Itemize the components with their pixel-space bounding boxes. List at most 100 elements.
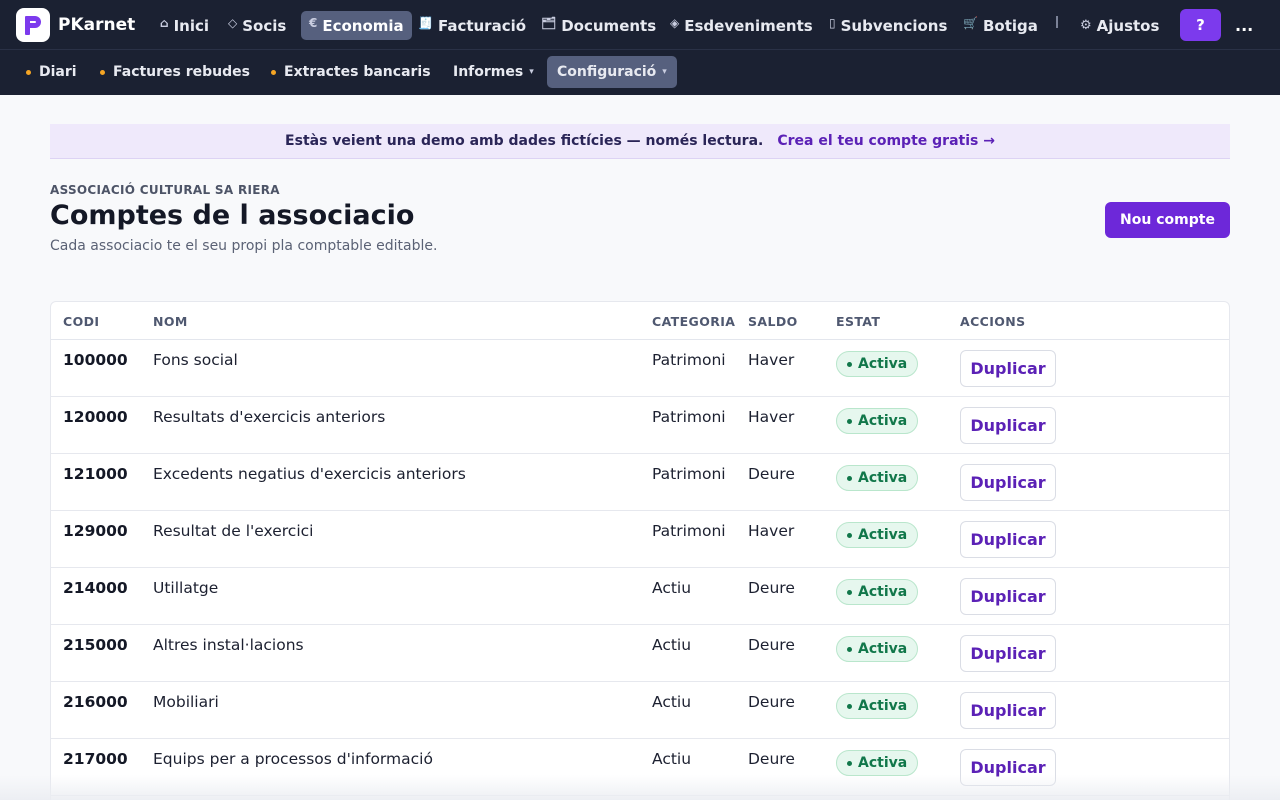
account-category: Patrimoni: [652, 351, 726, 369]
table-row: 214000 Utillatge Actiu Deure Activa Dupl…: [51, 568, 1229, 625]
demo-banner-message: Estàs veient una demo amb dades fictície…: [285, 133, 764, 149]
table-header: CODI NOM CATEGORIA SALDO ESTAT ACCIONS: [51, 302, 1229, 340]
nav-item-facturacio[interactable]: 🧾 Facturació: [418, 11, 526, 40]
new-account-button[interactable]: Nou compte: [1105, 202, 1230, 238]
duplicate-button[interactable]: Duplicar: [960, 692, 1056, 729]
nav-item-botiga[interactable]: 🛒 Botiga: [963, 11, 1038, 40]
account-code: 121000: [63, 465, 128, 483]
account-code: 217000: [63, 750, 128, 768]
sub-navigation: Diari Factures rebudes Extractes bancari…: [0, 49, 1280, 95]
status-label: Activa: [858, 356, 908, 372]
status-dot-icon: [847, 361, 852, 367]
account-name: Resultats d'exercicis anteriors: [153, 408, 386, 426]
page-subtitle: Cada associacio te el seu propi pla comp…: [50, 238, 438, 254]
account-code: 215000: [63, 636, 128, 654]
subnav-item-diari[interactable]: Diari: [26, 56, 77, 88]
account-code: 100000: [63, 351, 128, 369]
column-header-name: NOM: [153, 314, 188, 329]
receipt-icon: 🧾: [418, 15, 433, 30]
bullet-icon: [100, 69, 105, 75]
create-account-link[interactable]: Crea el teu compte gratis →: [777, 133, 995, 149]
status-label: Activa: [858, 641, 908, 657]
status-dot-icon: [847, 532, 852, 538]
account-category: Patrimoni: [652, 408, 726, 426]
account-name: Excedents negatius d'exercicis anteriors: [153, 465, 466, 483]
duplicate-button[interactable]: Duplicar: [960, 521, 1056, 558]
nav-item-label: Facturació: [437, 16, 527, 35]
table-row: 129000 Resultat de l'exercici Patrimoni …: [51, 511, 1229, 568]
accounts-table: CODI NOM CATEGORIA SALDO ESTAT ACCIONS 1…: [50, 301, 1230, 800]
bullet-icon: [271, 69, 276, 75]
event-diamond-icon: ◈: [670, 15, 680, 30]
status-badge: Activa: [836, 522, 919, 548]
column-header-code: CODI: [63, 314, 100, 329]
subnav-item-label: Informes: [453, 64, 524, 80]
status-badge: Activa: [836, 465, 919, 491]
nav-item-inici[interactable]: ⌂ Inici: [160, 11, 209, 40]
top-navigation: PKarnet ⌂ Inici ◇ Socis € Economia 🧾 Fac…: [0, 0, 1280, 49]
nav-item-subvencions[interactable]: ▯ Subvencions: [829, 11, 947, 40]
duplicate-button[interactable]: Duplicar: [960, 350, 1056, 387]
account-code: 214000: [63, 579, 128, 597]
subnav-item-label: Diari: [39, 64, 77, 80]
status-dot-icon: [847, 646, 852, 652]
subnav-item-factures-rebudes[interactable]: Factures rebudes: [100, 56, 250, 88]
account-code: 120000: [63, 408, 128, 426]
bullet-icon: [26, 69, 31, 75]
account-code: 129000: [63, 522, 128, 540]
account-code: 216000: [63, 693, 128, 711]
duplicate-button[interactable]: Duplicar: [960, 407, 1056, 444]
nav-item-esdeveniments[interactable]: ◈ Esdeveniments: [670, 11, 813, 40]
diamond-icon: ◇: [228, 15, 238, 30]
column-header-status: ESTAT: [836, 314, 881, 329]
status-label: Activa: [858, 470, 908, 486]
account-balance-type: Deure: [748, 636, 795, 654]
subnav-item-label: Configuració: [557, 64, 657, 80]
status-dot-icon: [847, 760, 852, 766]
duplicate-button[interactable]: Duplicar: [960, 578, 1056, 615]
duplicate-button[interactable]: Duplicar: [960, 635, 1056, 672]
more-menu-button[interactable]: ...: [1235, 11, 1253, 40]
subnav-item-informes[interactable]: Informes ▾: [453, 56, 534, 88]
account-name: Fons social: [153, 351, 238, 369]
status-dot-icon: [847, 475, 852, 481]
account-name: Utillatge: [153, 579, 219, 597]
home-icon: ⌂: [160, 15, 169, 30]
account-name: Altres instal·lacions: [153, 636, 304, 654]
subnav-item-label: Factures rebudes: [113, 64, 250, 80]
account-category: Actiu: [652, 579, 692, 597]
euro-icon: €: [309, 15, 318, 30]
nav-item-economia[interactable]: € Economia: [301, 11, 412, 40]
table-row: 217000 Equips per a processos d'informac…: [51, 739, 1229, 796]
nav-item-label: Ajustos: [1096, 16, 1160, 35]
chevron-down-icon: ▾: [529, 67, 534, 77]
status-label: Activa: [858, 527, 908, 543]
status-badge: Activa: [836, 693, 919, 719]
account-balance-type: Haver: [748, 408, 795, 426]
table-row: 120000 Resultats d'exercicis anteriors P…: [51, 397, 1229, 454]
table-row: 215000 Altres instal·lacions Actiu Deure…: [51, 625, 1229, 682]
status-badge: Activa: [836, 579, 919, 605]
duplicate-button[interactable]: Duplicar: [960, 749, 1056, 786]
account-balance-type: Deure: [748, 579, 795, 597]
help-button[interactable]: ?: [1180, 9, 1221, 41]
table-row: 100000 Fons social Patrimoni Haver Activ…: [51, 340, 1229, 397]
folder-icon: 🗂: [541, 15, 557, 30]
status-dot-icon: [847, 418, 852, 424]
brand[interactable]: PKarnet: [16, 7, 136, 42]
status-label: Activa: [858, 698, 908, 714]
column-header-balance: SALDO: [748, 314, 798, 329]
account-balance-type: Deure: [748, 465, 795, 483]
nav-item-socis[interactable]: ◇ Socis: [228, 11, 286, 40]
brand-name: PKarnet: [58, 14, 136, 35]
subnav-item-configuracio[interactable]: Configuració ▾: [547, 56, 677, 88]
duplicate-button[interactable]: Duplicar: [960, 464, 1056, 501]
subnav-item-extractes-bancaris[interactable]: Extractes bancaris: [271, 56, 431, 88]
status-label: Activa: [858, 755, 908, 771]
nav-item-ajustos[interactable]: ⚙ Ajustos: [1080, 11, 1159, 40]
nav-item-documents[interactable]: 🗂 Documents: [541, 11, 656, 40]
status-label: Activa: [858, 413, 908, 429]
pkarnet-logo-icon: [16, 7, 50, 42]
status-badge: Activa: [836, 351, 919, 377]
nav-item-label: Documents: [561, 16, 657, 35]
